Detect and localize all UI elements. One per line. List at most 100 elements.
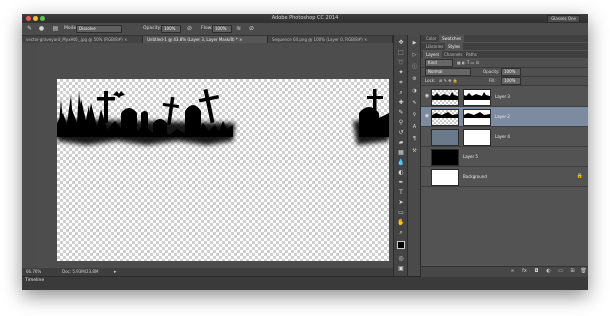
status-arrow-icon[interactable]: ▸ [114,268,117,276]
flow-label: Flow: [201,26,213,31]
healing-tool-icon[interactable]: ✚ [396,99,406,107]
layer-opacity-input[interactable]: 100% [501,68,521,76]
pressure-size-icon[interactable]: ⊘ [248,25,255,32]
tab-paths[interactable]: Paths [463,51,480,58]
opacity-input[interactable]: 100% [161,25,181,33]
screen-mode-icon[interactable]: ▣ [396,265,406,273]
properties-panel-icon[interactable]: ⚙ [410,75,419,83]
type-tool-icon[interactable]: T [396,189,406,197]
tool-presets-icon[interactable]: ⚒ [410,147,419,155]
adjustment-layer-icon[interactable]: ◐ [545,268,552,275]
layer-thumbnail [431,109,459,126]
visibility-eye-icon[interactable] [424,153,430,159]
lock-icons[interactable]: ⊞ ✎ ✥ 🔒 [439,77,458,84]
tab-styles[interactable]: Styles [445,43,464,50]
path-select-icon[interactable]: ➤ [396,199,406,207]
mode-select[interactable]: Dissolve [76,25,122,33]
tab-layers[interactable]: Layers [423,51,443,58]
color-panel-tabs: Color Swatches [421,35,588,42]
brush-presets-icon[interactable]: ✎ [410,99,419,107]
tools-panel: ✥ ⬚ ➰ ✦ ⌗ ⌕ ✚ ✎ ⚲ ↺ ▰ ▦ 💧 ◐ ✒ T ➤ ▭ ✋ ⌕ … [393,35,408,276]
flow-input[interactable]: 100% [212,25,232,33]
marquee-tool-icon[interactable]: ⬚ [396,49,406,57]
workspace-select[interactable]: Glasses One [547,15,580,23]
history-panel-icon[interactable]: ▶ [410,39,419,47]
new-group-icon[interactable]: ▭ [557,268,564,275]
layer-mask-thumbnail[interactable] [463,89,491,106]
blend-mode-select[interactable]: Normal [425,68,471,76]
actions-panel-icon[interactable]: ▷ [410,51,419,59]
pressure-opacity-icon[interactable]: ⊘ [186,25,193,32]
crop-tool-icon[interactable]: ⌗ [396,79,406,87]
stamp-tool-icon[interactable]: ⚲ [396,119,406,127]
layers-footer: ∞ fx ◘ ◐ ▭ ⊞ 🗑 [421,266,588,277]
visibility-eye-icon[interactable]: ◉ [424,93,430,99]
link-layers-icon[interactable]: ∞ [509,268,516,275]
info-panel-icon[interactable]: ⓘ [410,63,419,71]
layer-thumbnail [431,169,459,186]
layer-row[interactable]: Background 🔒 [421,167,588,187]
layer-name[interactable]: Layer 4 [495,133,510,140]
layer-name[interactable]: Layer 2 [495,113,510,120]
zoom-level[interactable]: 66.76% [26,268,41,276]
tab-libraries[interactable]: Libraries [423,43,446,50]
blur-tool-icon[interactable]: 💧 [396,159,406,167]
layer-row[interactable]: ◉ Layer 3 [421,87,588,107]
layer-opacity-label: Opacity: [483,69,500,74]
visibility-eye-icon[interactable] [424,173,430,179]
add-mask-icon[interactable]: ◘ [533,268,540,275]
hand-tool-icon[interactable]: ✋ [396,219,406,227]
history-brush-icon[interactable]: ↺ [396,129,406,137]
new-layer-icon[interactable]: ⊞ [569,268,576,275]
tab-graveyard-jpg[interactable]: vector-graveyard_MyxHt0_.jpg @ 50% (RGB/… [22,36,143,43]
title-bar: Adobe Photoshop CC 2014 Glasses One [22,14,588,23]
visibility-eye-icon[interactable]: ◉ [424,113,430,119]
layer-thumbnail [431,89,459,106]
character-panel-icon[interactable]: A [410,123,419,131]
filter-icons[interactable]: ▦ ◐ T ▭ ⊡ [457,59,479,66]
layer-style-icon[interactable]: fx [521,268,528,275]
brush-panel-icon[interactable]: ▤ [52,25,59,32]
visibility-eye-icon[interactable] [424,133,430,139]
thumbnail-silhouette [432,92,458,100]
foreground-color-swatch[interactable] [397,241,405,249]
quick-select-tool-icon[interactable]: ✦ [396,69,406,77]
delete-layer-icon[interactable]: 🗑 [580,268,587,275]
gradient-tool-icon[interactable]: ▦ [396,149,406,157]
eraser-tool-icon[interactable]: ▰ [396,139,406,147]
layer-row[interactable]: Layer 4 [421,127,588,147]
brush-tool-icon[interactable]: ✎ [396,109,406,117]
kind-filter-select[interactable]: Kind [425,59,453,67]
brush-tool-icon[interactable]: ✎ [26,25,33,32]
paragraph-panel-icon[interactable]: ¶ [410,135,419,143]
tab-color[interactable]: Color [423,35,439,42]
layer-mask-thumbnail[interactable] [463,129,491,146]
layer-row-selected[interactable]: ◉ Layer 2 [421,107,588,127]
quick-mask-icon[interactable]: ◎ [396,255,406,263]
layer-mask-thumbnail[interactable] [463,109,491,126]
airbrush-icon[interactable]: ≋ [235,25,242,32]
tab-sequence-png[interactable]: Sequence 04.png @ 100% (Layer 0, RGB/8#)… [268,36,393,43]
zoom-tool-icon[interactable]: ⌕ [396,229,406,237]
move-tool-icon[interactable]: ✥ [396,39,406,47]
pen-tool-icon[interactable]: ✒ [396,179,406,187]
shape-tool-icon[interactable]: ▭ [396,209,406,217]
photoshop-window: Adobe Photoshop CC 2014 Glasses One ✎ ● … [22,14,588,290]
brush-size-icon[interactable]: ● [38,25,45,32]
fill-input[interactable]: 100% [501,77,521,85]
tab-swatches[interactable]: Swatches [439,35,465,42]
clone-source-icon[interactable]: ⚲ [410,111,419,119]
layer-name[interactable]: Background [463,173,487,180]
layer-row[interactable]: Layer 5 [421,147,588,167]
tab-untitled-1[interactable]: Untitled-1 @ 43.8% (Layer 3, Layer Mask/… [143,36,268,43]
tab-channels[interactable]: Channels [441,51,466,58]
dodge-tool-icon[interactable]: ◐ [396,169,406,177]
eyedropper-tool-icon[interactable]: ⌕ [396,89,406,97]
adjustments-panel-icon[interactable]: ◑ [410,87,419,95]
collapsed-panels-strip: ▶ ▷ ⓘ ⚙ ◑ ✎ ⚲ A ¶ ⚒ [407,35,421,276]
layer-name[interactable]: Layer 5 [463,153,478,160]
lasso-tool-icon[interactable]: ➰ [396,59,406,67]
layer-name[interactable]: Layer 3 [495,93,510,100]
timeline-tab[interactable]: Timeline [25,277,44,285]
canvas[interactable] [57,79,389,261]
